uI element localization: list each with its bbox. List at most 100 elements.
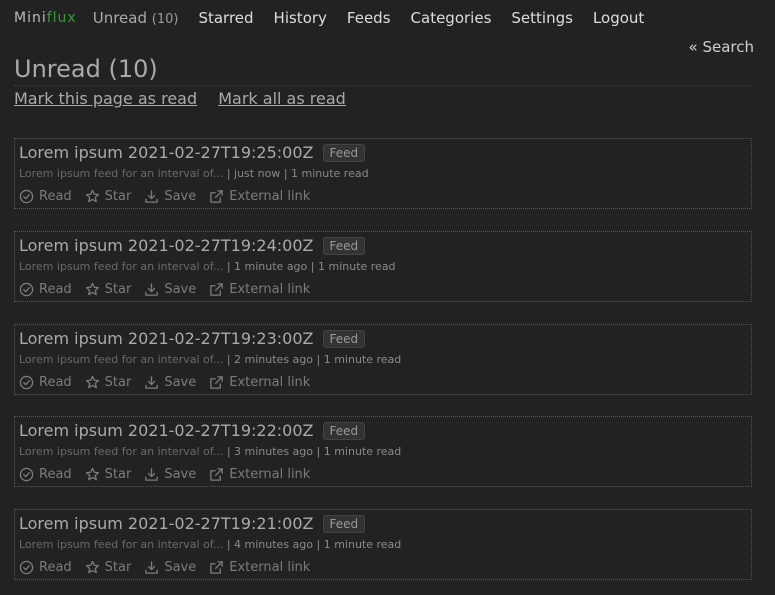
star-icon [85,375,99,389]
entry-meta: Lorem ipsum feed for an interval of... |… [19,167,369,180]
entry-category-badge[interactable]: Feed [322,143,366,162]
entry-feed-name[interactable]: Lorem ipsum feed for an interval of... [19,260,223,273]
entry-actions: Read Star Save External link [19,467,323,482]
entry-actions: Read Star Save External link [19,282,323,297]
mark-read-button[interactable]: Read [19,282,72,297]
mark-read-button[interactable]: Read [19,375,72,390]
nav-history[interactable]: History [274,9,327,27]
star-label: Star [104,467,132,482]
star-button[interactable]: Star [85,560,131,575]
nav-unread-label: Unread [92,9,147,27]
entry-item: Lorem ipsum 2021-02-27T19:21:00Z Feed Lo… [14,509,752,580]
external-link-button[interactable]: External link [209,467,310,482]
mark-read-button[interactable]: Read [19,560,72,575]
save-label: Save [164,560,197,575]
star-button[interactable]: Star [85,467,132,482]
save-button[interactable]: Save [144,560,196,575]
entry-feed-name[interactable]: Lorem ipsum feed for an interval of... [19,538,223,551]
mark-read-label: Read [39,467,72,482]
external-link-button[interactable]: External link [209,282,310,297]
external-link-icon [210,376,224,389]
star-label: Star [104,282,132,297]
mark-page-read-link[interactable]: Mark this page as read [14,89,197,108]
page-actions: Mark this page as read Mark all as read [14,89,362,108]
mark-read-button[interactable]: Read [19,189,72,204]
meta-separator: | [283,167,292,180]
star-icon [85,189,99,203]
mark-all-read-link[interactable]: Mark all as read [218,89,346,108]
entry-header: Lorem ipsum 2021-02-27T19:22:00Z Feed [19,421,366,440]
entry-feed-name[interactable]: Lorem ipsum feed for an interval of... [19,353,223,366]
entry-feed-name[interactable]: Lorem ipsum feed for an interval of... [19,445,223,458]
save-label: Save [164,467,197,482]
nav-settings[interactable]: Settings [511,9,573,27]
star-button[interactable]: Star [85,375,131,390]
external-link-label: External link [229,560,311,575]
download-icon [145,190,159,203]
meta-separator: | [310,260,318,273]
entry-category-badge[interactable]: Feed [322,514,366,533]
logo-text-mini: Mini [14,10,47,26]
entry-item: Lorem ipsum 2021-02-27T19:24:00Z Feed Lo… [14,231,752,302]
download-icon [145,468,159,481]
mark-read-label: Read [39,282,72,297]
meta-separator: | [316,353,324,366]
nav-starred[interactable]: Starred [198,9,253,27]
external-link-icon [210,190,224,203]
entry-actions: Read Star Save External link [19,375,323,390]
external-link-label: External link [229,189,311,204]
check-circle-icon [19,560,34,575]
entry-reading-time: 1 minute read [323,538,402,551]
entry-item: Lorem ipsum 2021-02-27T19:25:00Z Feed Lo… [14,138,752,209]
page-title: Unread (10) [14,54,752,86]
entry-title-link[interactable]: Lorem ipsum 2021-02-27T19:21:00Z [19,514,314,533]
meta-separator: | [226,538,235,551]
top-navigation: Miniflux Unread (10) Starred History Fee… [14,0,664,36]
save-button[interactable]: Save [144,467,196,482]
entry-title-link[interactable]: Lorem ipsum 2021-02-27T19:24:00Z [19,236,314,255]
star-icon [85,282,99,296]
check-circle-icon [19,189,34,204]
nav-unread[interactable]: Unread (10) [93,9,179,27]
entry-time: 3 minutes ago [234,445,314,458]
save-label: Save [164,375,197,390]
entry-category-badge[interactable]: Feed [322,329,366,348]
save-button[interactable]: Save [144,282,196,297]
entry-title-link[interactable]: Lorem ipsum 2021-02-27T19:22:00Z [19,421,314,440]
nav-feeds[interactable]: Feeds [347,9,391,27]
check-circle-icon [19,282,34,297]
entry-reading-time: 1 minute read [323,353,402,366]
logo-text-flux: flux [46,10,77,26]
save-label: Save [164,282,197,297]
entry-category-badge[interactable]: Feed [322,236,366,255]
external-link-button[interactable]: External link [209,560,310,575]
save-button[interactable]: Save [144,375,196,390]
app-logo[interactable]: Miniflux [14,10,77,26]
external-link-button[interactable]: External link [209,189,310,204]
external-link-icon [210,283,224,296]
entry-time: 1 minute ago [234,260,308,273]
nav-logout[interactable]: Logout [593,9,644,27]
entry-time: 2 minutes ago [234,353,314,366]
entry-meta: Lorem ipsum feed for an interval of... |… [19,353,401,366]
entry-meta: Lorem ipsum feed for an interval of... |… [19,538,401,551]
entry-title-link[interactable]: Lorem ipsum 2021-02-27T19:25:00Z [19,143,314,162]
save-label: Save [164,189,197,204]
download-icon [145,561,159,574]
external-link-icon [210,468,224,481]
entry-category-badge[interactable]: Feed [322,421,366,440]
star-button[interactable]: Star [85,282,132,297]
entry-header: Lorem ipsum 2021-02-27T19:23:00Z Feed [19,329,366,348]
mark-read-label: Read [39,560,72,575]
external-link-button[interactable]: External link [209,375,310,390]
nav-categories[interactable]: Categories [411,9,492,27]
star-button[interactable]: Star [85,189,132,204]
download-icon [145,376,159,389]
mark-read-button[interactable]: Read [19,467,72,482]
meta-separator: | [226,353,235,366]
save-button[interactable]: Save [144,189,196,204]
entry-feed-name[interactable]: Lorem ipsum feed for an interval of... [19,167,223,180]
star-label: Star [104,189,132,204]
entry-reading-time: 1 minute read [291,167,369,180]
entry-title-link[interactable]: Lorem ipsum 2021-02-27T19:23:00Z [19,329,314,348]
